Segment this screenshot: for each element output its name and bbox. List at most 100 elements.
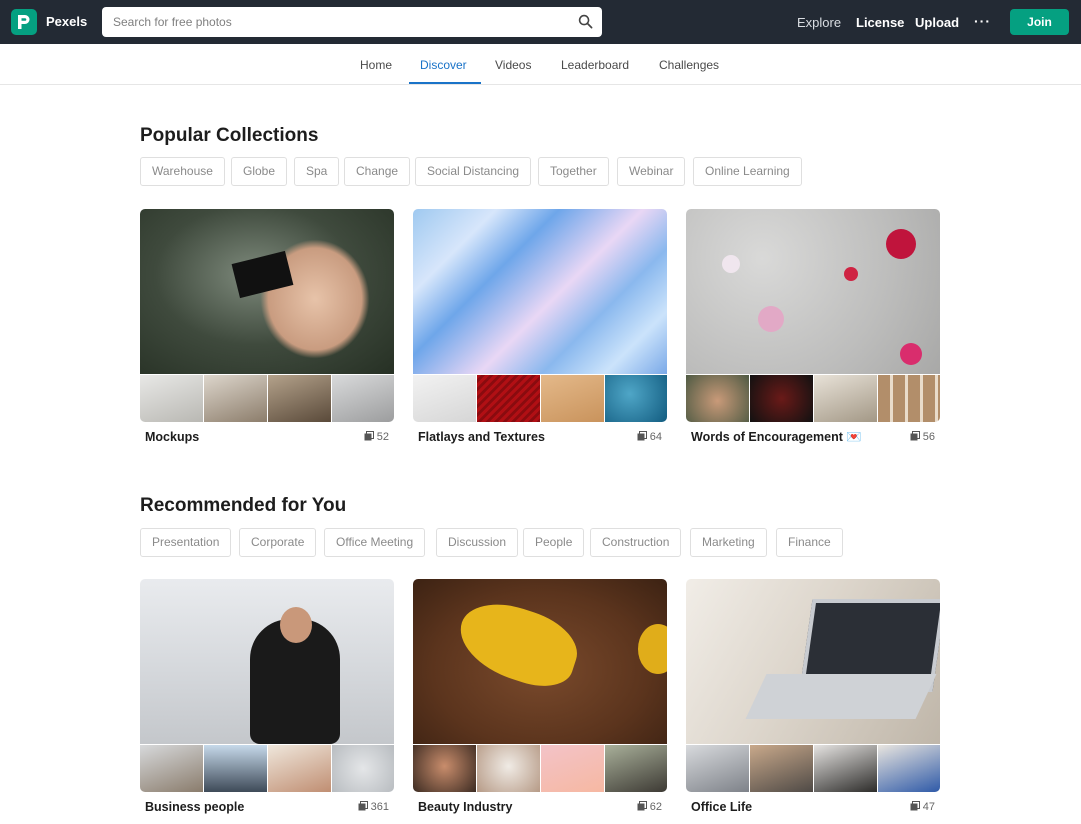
collection-cover-image[interactable]	[140, 579, 394, 744]
chip-finance[interactable]: Finance	[776, 528, 843, 557]
thumbnail-image[interactable]	[605, 375, 667, 422]
collection-count-value: 47	[922, 801, 935, 813]
collection-count-value: 56	[922, 431, 935, 443]
thumbnail-image[interactable]	[605, 745, 667, 792]
chip-marketing[interactable]: Marketing	[690, 528, 767, 557]
collection-card-beauty-industry[interactable]: Beauty Industry 62	[413, 579, 667, 819]
search-input[interactable]	[102, 7, 572, 37]
popular-collections-heading: Popular Collections	[140, 125, 319, 146]
thumbnail-image[interactable]	[477, 745, 540, 792]
collection-thumbnails	[686, 745, 940, 792]
thumbnail-image[interactable]	[140, 375, 203, 422]
thumbnail-image[interactable]	[541, 745, 604, 792]
collection-cover-image[interactable]	[413, 579, 667, 744]
chip-webinar[interactable]: Webinar	[617, 157, 686, 186]
tab-videos[interactable]: Videos	[495, 58, 531, 72]
collection-name[interactable]: Business people	[145, 800, 244, 814]
collection-count: 64	[637, 431, 662, 443]
collection-name[interactable]: Mockups	[145, 430, 199, 444]
collection-card-words-of-encouragement[interactable]: Words of Encouragement 💌 56	[686, 209, 940, 449]
explore-link[interactable]: Explore	[797, 15, 841, 30]
chip-globe[interactable]: Globe	[231, 157, 288, 186]
chip-spa[interactable]: Spa	[294, 157, 340, 186]
collection-count-value: 64	[649, 431, 662, 443]
chip-online-learning[interactable]: Online Learning	[693, 157, 802, 186]
more-menu-icon[interactable]: ···	[974, 13, 991, 29]
thumbnail-image[interactable]	[268, 375, 331, 422]
thumbnail-image[interactable]	[204, 375, 267, 422]
collection-cover-image[interactable]	[413, 209, 667, 374]
chip-construction[interactable]: Construction	[590, 528, 682, 557]
collection-card-mockups[interactable]: Mockups 52	[140, 209, 394, 449]
thumbnail-image[interactable]	[686, 375, 749, 422]
photo-stack-icon	[910, 801, 920, 811]
thumbnail-image[interactable]	[750, 375, 813, 422]
collection-card-flatlays[interactable]: Flatlays and Textures 64	[413, 209, 667, 449]
collection-count-value: 62	[649, 801, 662, 813]
photo-stack-icon	[637, 801, 647, 811]
collection-name[interactable]: Words of Encouragement 💌	[691, 430, 862, 445]
search-bar[interactable]	[102, 7, 602, 37]
thumbnail-image[interactable]	[878, 375, 940, 422]
chip-social-distancing[interactable]: Social Distancing	[415, 157, 532, 186]
chip-office-meeting[interactable]: Office Meeting	[324, 528, 426, 557]
collection-thumbnails	[413, 745, 667, 792]
thumbnail-image[interactable]	[413, 745, 476, 792]
sub-navigation: Home Discover Videos Leaderboard Challen…	[0, 44, 1081, 85]
recommended-heading: Recommended for You	[140, 495, 347, 516]
collection-card-office-life[interactable]: Office Life 47	[686, 579, 940, 819]
photo-stack-icon	[364, 431, 374, 441]
collection-thumbnails	[140, 375, 394, 422]
tab-leaderboard[interactable]: Leaderboard	[561, 58, 629, 72]
thumbnail-image[interactable]	[750, 745, 813, 792]
pexels-p-glyph-icon	[18, 15, 30, 29]
collection-count: 47	[910, 801, 935, 813]
chip-people[interactable]: People	[523, 528, 585, 557]
chip-together[interactable]: Together	[538, 157, 609, 186]
chip-presentation[interactable]: Presentation	[140, 528, 232, 557]
thumbnail-image[interactable]	[140, 745, 203, 792]
top-navigation-bar: Pexels Explore License Upload ··· Join	[0, 0, 1081, 44]
collection-cover-image[interactable]	[686, 579, 940, 744]
collection-count: 56	[910, 431, 935, 443]
chip-warehouse[interactable]: Warehouse	[140, 157, 225, 186]
thumbnail-image[interactable]	[204, 745, 267, 792]
collection-name[interactable]: Office Life	[691, 800, 752, 814]
collection-count: 62	[637, 801, 662, 813]
collection-count: 361	[358, 801, 389, 813]
upload-link[interactable]: Upload	[915, 15, 959, 30]
collection-thumbnails	[413, 375, 667, 422]
collection-name[interactable]: Flatlays and Textures	[418, 430, 545, 444]
thumbnail-image[interactable]	[332, 375, 394, 422]
thumbnail-image[interactable]	[814, 375, 877, 422]
chip-corporate[interactable]: Corporate	[239, 528, 317, 557]
collection-card-business-people[interactable]: Business people 361	[140, 579, 394, 819]
chip-change[interactable]: Change	[344, 157, 411, 186]
pexels-logo-icon[interactable]	[11, 9, 37, 35]
collection-count-value: 52	[376, 431, 389, 443]
thumbnail-image[interactable]	[413, 375, 476, 422]
thumbnail-image[interactable]	[332, 745, 394, 792]
thumbnail-image[interactable]	[268, 745, 331, 792]
search-icon[interactable]	[578, 14, 593, 29]
thumbnail-image[interactable]	[814, 745, 877, 792]
collection-name[interactable]: Beauty Industry	[418, 800, 512, 814]
collection-count: 52	[364, 431, 389, 443]
collection-cover-image[interactable]	[686, 209, 940, 374]
tab-home[interactable]: Home	[360, 58, 392, 72]
active-tab-indicator	[409, 82, 481, 84]
license-link[interactable]: License	[856, 15, 904, 30]
thumbnail-image[interactable]	[477, 375, 540, 422]
tab-challenges[interactable]: Challenges	[659, 58, 719, 72]
thumbnail-image[interactable]	[541, 375, 604, 422]
collection-count-value: 361	[370, 801, 389, 813]
photo-stack-icon	[910, 431, 920, 441]
join-button[interactable]: Join	[1010, 9, 1069, 35]
chip-discussion[interactable]: Discussion	[436, 528, 519, 557]
tab-discover[interactable]: Discover	[420, 58, 467, 72]
thumbnail-image[interactable]	[878, 745, 940, 792]
collection-thumbnails	[686, 375, 940, 422]
collection-cover-image[interactable]	[140, 209, 394, 374]
brand-name[interactable]: Pexels	[46, 14, 87, 29]
thumbnail-image[interactable]	[686, 745, 749, 792]
